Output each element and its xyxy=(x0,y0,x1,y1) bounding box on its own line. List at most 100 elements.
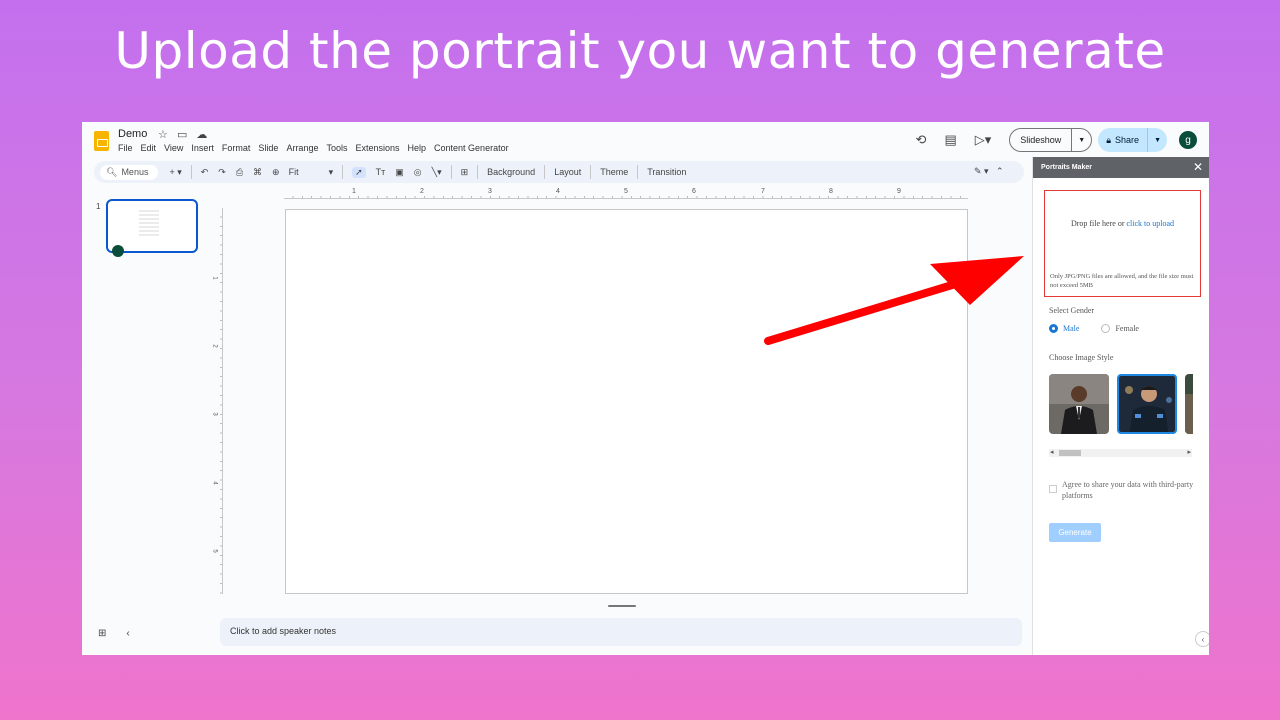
upload-hint: Only JPG/PNG files are allowed, and the … xyxy=(1050,273,1194,289)
new-slide-icon[interactable]: + ▾ xyxy=(169,167,181,178)
ruler-tick: 7 xyxy=(761,188,765,195)
toolbar: 🔍︎ Menus + ▾ ↶ ↷ ⎙ ⌘ ⊕ Fit ▾ ➚ Tт ▣ ◎ ╲▾… xyxy=(94,161,1024,183)
zoom-select[interactable]: Fit xyxy=(289,167,299,177)
theme-button[interactable]: Theme xyxy=(600,167,628,177)
close-icon[interactable]: ✕ xyxy=(1193,160,1203,174)
menu-slide[interactable]: Slide xyxy=(258,143,278,153)
menu-arrange[interactable]: Arrange xyxy=(286,143,318,153)
line-icon[interactable]: ╲▾ xyxy=(432,167,442,178)
male-radio[interactable] xyxy=(1049,324,1058,333)
editing-mode-icon[interactable]: ✎ ▾ ⌃ xyxy=(974,166,1004,177)
meet-camera-icon[interactable]: ▷▾ xyxy=(975,132,992,148)
menu-view[interactable]: View xyxy=(164,143,183,153)
slide-number: 1 xyxy=(96,202,101,211)
portraits-maker-panel: Portraits Maker ✕ Drop file here or clic… xyxy=(1032,157,1209,655)
comments-icon[interactable]: ▤ xyxy=(944,132,956,148)
scroll-left-icon[interactable]: ◂ xyxy=(1050,448,1054,456)
slideshow-button[interactable]: Slideshow ▼ xyxy=(1009,128,1093,152)
ruler-tick: 3 xyxy=(488,188,492,195)
menu-tools[interactable]: Tools xyxy=(326,143,347,153)
female-radio[interactable] xyxy=(1101,324,1111,333)
menu-file[interactable]: File xyxy=(118,143,133,153)
ruler-tick: 6 xyxy=(692,188,696,195)
share-label: Share xyxy=(1115,135,1140,145)
collaborator-dot xyxy=(112,245,124,257)
upload-text: Drop file here or xyxy=(1070,219,1125,228)
paint-format-icon[interactable]: ⌘ xyxy=(253,167,262,178)
collapse-panel-icon[interactable]: ‹ xyxy=(1195,631,1209,647)
ruler-tick: 3 xyxy=(211,412,218,416)
male-label[interactable]: Male xyxy=(1063,324,1079,333)
menu-format[interactable]: Format xyxy=(222,143,251,153)
ruler-tick: 4 xyxy=(211,481,218,485)
background-button[interactable]: Background xyxy=(487,167,535,177)
menu-help[interactable]: Help xyxy=(408,143,427,153)
agree-row: Agree to share your data with third-part… xyxy=(1049,479,1209,501)
grid-view-icon[interactable]: ⊞ xyxy=(98,628,106,639)
style-label: Choose Image Style xyxy=(1049,353,1114,362)
share-button[interactable]: 🔒︎ Share ▼ xyxy=(1098,128,1167,152)
shape-icon[interactable]: ◎ xyxy=(414,167,422,178)
ruler-tick: 2 xyxy=(211,344,218,348)
agree-checkbox[interactable] xyxy=(1049,485,1057,493)
speaker-notes[interactable]: Click to add speaker notes xyxy=(220,618,1022,646)
document-title[interactable]: Demo xyxy=(118,128,147,140)
menu-bar: File Edit View Insert Format Slide Arran… xyxy=(118,143,509,153)
female-label[interactable]: Female xyxy=(1115,324,1139,333)
vertical-ruler xyxy=(215,208,223,594)
avatar[interactable]: g xyxy=(1179,131,1197,149)
agree-text[interactable]: Agree to share your data with third-part… xyxy=(1062,479,1209,501)
generate-button[interactable]: Generate xyxy=(1049,523,1101,542)
menu-insert[interactable]: Insert xyxy=(191,143,214,153)
comment-add-icon[interactable]: ⊞ xyxy=(461,167,469,178)
menu-edit[interactable]: Edit xyxy=(141,143,157,153)
style-option-business[interactable] xyxy=(1049,374,1109,434)
star-icon[interactable]: ☆ xyxy=(158,129,168,141)
style-option-partial[interactable] xyxy=(1185,374,1193,434)
style-option-police[interactable] xyxy=(1117,374,1177,434)
ruler-tick: 5 xyxy=(624,188,628,195)
slides-logo-icon[interactable] xyxy=(94,131,109,151)
scroll-right-icon[interactable]: ▸ xyxy=(1187,448,1191,456)
menu-extensions[interactable]: Extensions xyxy=(355,143,399,153)
panel-title: Portraits Maker xyxy=(1041,164,1092,171)
ruler-tick: 1 xyxy=(211,276,218,280)
redo-icon[interactable]: ↷ xyxy=(218,167,226,178)
menu-content-generator[interactable]: Content Generator xyxy=(434,143,509,153)
ruler-tick: 1 xyxy=(352,188,356,195)
slide-thumbnail[interactable] xyxy=(106,199,198,257)
transition-button[interactable]: Transition xyxy=(647,167,686,177)
print-icon[interactable]: ⎙ xyxy=(236,167,243,178)
zoom-icon[interactable]: ⊕ xyxy=(272,167,280,178)
upload-dropzone[interactable]: Drop file here or click to upload Only J… xyxy=(1044,190,1201,297)
share-dropdown-icon[interactable]: ▼ xyxy=(1148,137,1167,144)
undo-icon[interactable]: ↶ xyxy=(201,167,209,178)
style-carousel xyxy=(1049,374,1193,436)
search-icon: 🔍︎ xyxy=(106,166,118,177)
cloud-status-icon[interactable]: ☁ xyxy=(196,129,207,141)
app-header: Demo ☆ ▭ ☁ File Edit View Insert Format … xyxy=(82,122,1209,158)
image-icon[interactable]: ▣ xyxy=(395,167,404,178)
slide-canvas[interactable] xyxy=(285,209,968,594)
style-scrollbar[interactable]: ◂ ▸ xyxy=(1049,449,1192,457)
select-cursor-icon[interactable]: ➚ xyxy=(352,166,366,178)
version-history-icon[interactable]: ⟲ xyxy=(916,132,927,148)
gender-label: Select Gender xyxy=(1049,306,1095,315)
menus-search[interactable]: 🔍︎ Menus xyxy=(100,164,159,180)
ruler-tick: 9 xyxy=(897,188,901,195)
zoom-dropdown-icon[interactable]: ▾ xyxy=(329,167,334,178)
banner-title: Upload the portrait you want to generate xyxy=(114,22,1166,80)
text-box-icon[interactable]: Tт xyxy=(376,167,386,177)
move-folder-icon[interactable]: ▭ xyxy=(177,129,187,141)
collapse-filmstrip-icon[interactable]: ‹ xyxy=(126,628,129,639)
ruler-tick: 2 xyxy=(420,188,424,195)
upload-link[interactable]: click to upload xyxy=(1126,219,1174,228)
slideshow-label[interactable]: Slideshow xyxy=(1010,129,1073,151)
panel-header: Portraits Maker ✕ xyxy=(1033,157,1209,178)
ruler-tick: 4 xyxy=(556,188,560,195)
ruler-tick: 8 xyxy=(829,188,833,195)
layout-button[interactable]: Layout xyxy=(554,167,581,177)
notes-splitter[interactable] xyxy=(608,605,636,607)
lock-icon: 🔒︎ xyxy=(1106,134,1112,145)
slideshow-dropdown-icon[interactable]: ▼ xyxy=(1072,137,1091,144)
